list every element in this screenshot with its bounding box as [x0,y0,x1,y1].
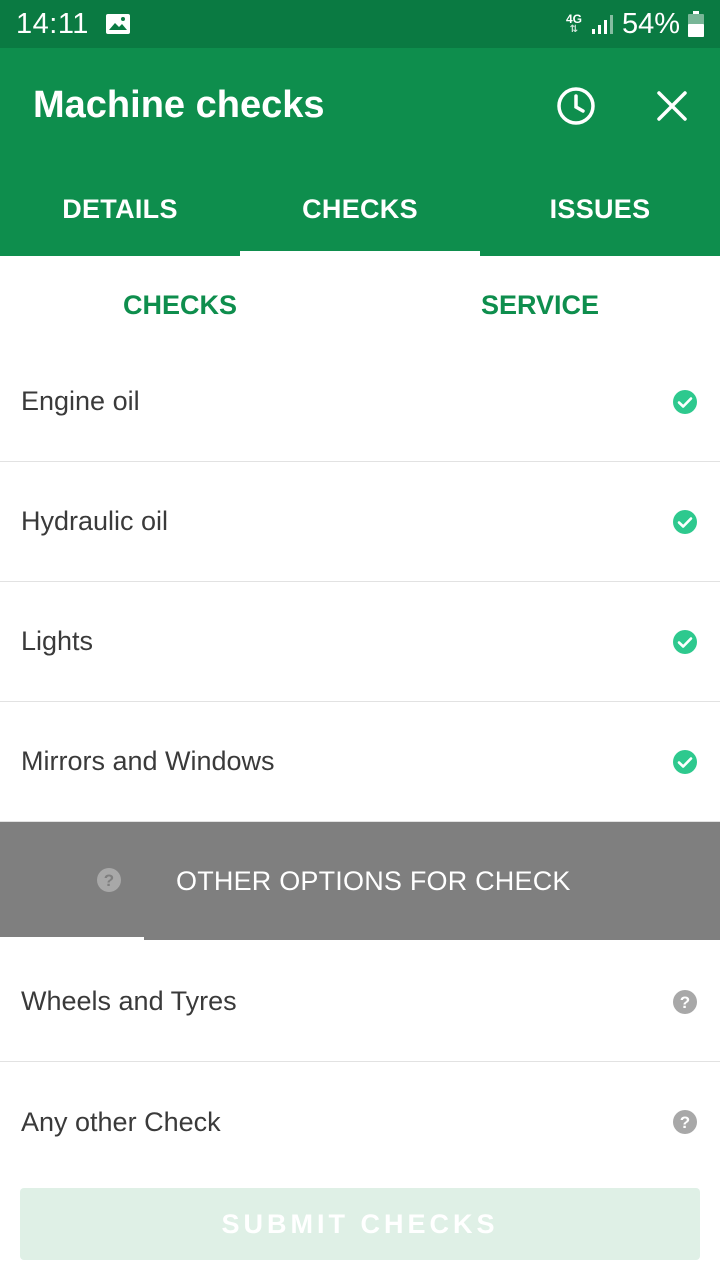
tab-details[interactable]: DETAILS [0,162,240,256]
history-button[interactable] [552,82,600,130]
help-circle-icon: ? [673,989,697,1014]
subtab-service[interactable]: SERVICE [360,256,720,354]
other-options-banner[interactable]: ? OTHER OPTIONS FOR CHECK [0,822,720,940]
svg-text:?: ? [680,993,690,1012]
close-button[interactable] [648,82,696,130]
check-label: Any other Check [21,1106,221,1137]
app-bar: Machine checks DETAILS CHECKS ISSUES [0,48,720,256]
help-circle-icon: ? [97,868,121,892]
sub-tabs: CHECKS SERVICE [0,256,720,355]
battery-percent: 54% [621,7,680,40]
check-circle-icon [673,509,697,534]
tab-checks[interactable]: CHECKS [240,162,480,256]
status-time: 14:11 [16,7,89,40]
check-label: Engine oil [21,386,140,416]
check-circle-icon [673,629,697,654]
check-label: Wheels and Tyres [21,986,237,1016]
subtab-checks[interactable]: CHECKS [0,256,360,355]
status-indicators: 4G ⇅ 54% [566,8,704,41]
battery-icon [688,11,704,37]
submit-checks-button[interactable]: SUBMIT CHECKS [20,1188,700,1260]
check-circle-icon [673,389,697,414]
check-row-engine-oil[interactable]: Engine oil [0,342,720,462]
image-icon [105,14,130,34]
tab-issues[interactable]: ISSUES [480,162,720,256]
main-tabs: DETAILS CHECKS ISSUES [0,162,720,256]
signal-icon [591,15,613,34]
svg-text:?: ? [104,871,114,890]
close-icon [657,91,687,121]
check-circle-icon [673,749,697,774]
other-options-title: OTHER OPTIONS FOR CHECK [176,866,571,896]
options-indicator [0,937,144,940]
data-arrows-icon: ⇅ [569,24,579,35]
status-bar: 14:11 4G ⇅ 54% [0,0,720,48]
check-row-wheels-tyres[interactable]: Wheels and Tyres ? [0,942,720,1062]
check-row-lights[interactable]: Lights [0,582,720,702]
check-row-any-other[interactable]: Any other Check ? [0,1062,720,1182]
check-row-mirrors-windows[interactable]: Mirrors and Windows [0,702,720,822]
network-indicator: 4G ⇅ [566,13,582,35]
check-row-hydraulic-oil[interactable]: Hydraulic oil [0,462,720,582]
history-clock-icon [557,87,595,125]
check-label: Lights [21,626,94,656]
svg-text:?: ? [680,1113,690,1132]
check-label: Mirrors and Windows [21,746,275,776]
help-circle-icon: ? [673,1110,697,1134]
page-title: Machine checks [33,84,325,126]
check-label: Hydraulic oil [21,506,169,536]
